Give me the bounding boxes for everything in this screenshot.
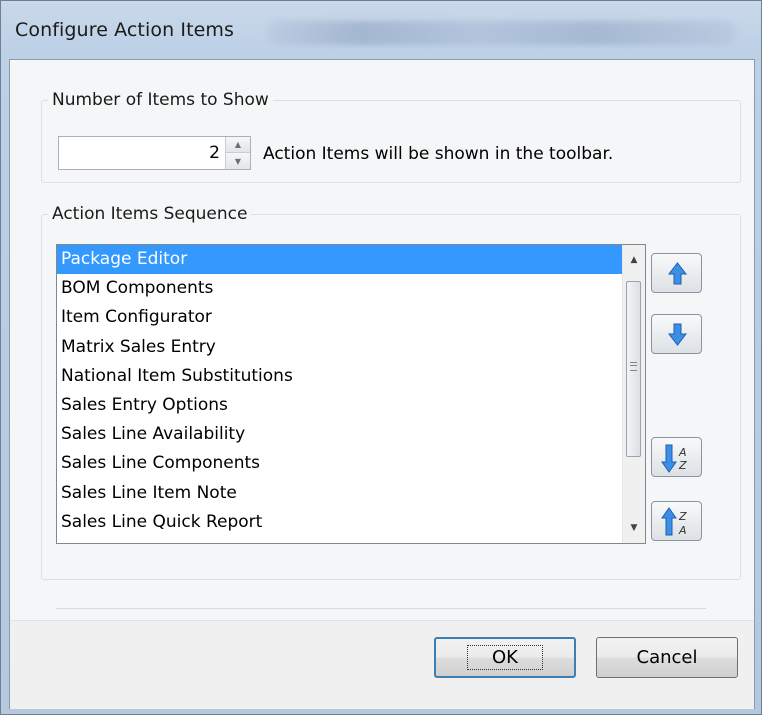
list-item[interactable]: National Item Substitutions bbox=[57, 362, 624, 391]
list-item[interactable]: Sales Line Item Note bbox=[57, 479, 624, 508]
dialog-window: Configure Action Items Number of Items t… bbox=[0, 0, 762, 715]
spin-down-button[interactable]: ▼ bbox=[226, 152, 250, 169]
grip-icon bbox=[630, 362, 637, 371]
item-count-caption: Action Items will be shown in the toolba… bbox=[263, 144, 614, 164]
svg-text:A: A bbox=[678, 524, 687, 537]
move-down-button[interactable] bbox=[651, 314, 702, 354]
scroll-down-icon[interactable]: ▼ bbox=[623, 517, 645, 539]
list-item[interactable]: Sales Entry Options bbox=[57, 391, 624, 420]
sort-ascending-button[interactable]: A Z bbox=[651, 437, 702, 477]
spin-up-icon: ▲ bbox=[234, 140, 242, 149]
list-scrollbar[interactable]: ▲ ▼ bbox=[622, 245, 645, 543]
list-item[interactable]: Item Configurator bbox=[57, 303, 624, 332]
arrow-down-icon bbox=[667, 323, 688, 346]
title-bar[interactable]: Configure Action Items bbox=[1, 1, 761, 61]
spin-down-icon: ▼ bbox=[234, 156, 242, 166]
sort-ascending-icon: A Z bbox=[661, 444, 687, 473]
ok-button-label: OK bbox=[467, 645, 543, 670]
svg-text:Z: Z bbox=[678, 459, 687, 472]
sort-descending-button[interactable]: Z A bbox=[651, 501, 702, 541]
spinner-buttons: ▲ ▼ bbox=[225, 137, 250, 169]
item-count-spinner[interactable]: 2 ▲ ▼ bbox=[58, 136, 251, 170]
separator bbox=[56, 608, 706, 609]
list-item[interactable]: Matrix Sales Entry bbox=[57, 333, 624, 362]
spin-up-button[interactable]: ▲ bbox=[226, 137, 250, 152]
cancel-button[interactable]: Cancel bbox=[596, 637, 738, 678]
action-items-list: Package Editor BOM Components Item Confi… bbox=[57, 245, 624, 537]
list-item[interactable]: Package Editor bbox=[57, 245, 624, 275]
list-item[interactable]: Sales Line Components bbox=[57, 449, 624, 478]
action-items-listbox[interactable]: Package Editor BOM Components Item Confi… bbox=[56, 244, 646, 544]
ok-button[interactable]: OK bbox=[434, 637, 576, 678]
svg-text:Z: Z bbox=[678, 510, 687, 523]
sort-descending-icon: Z A bbox=[661, 507, 687, 537]
arrow-up-icon bbox=[667, 262, 688, 285]
svg-text:A: A bbox=[678, 446, 687, 459]
list-item[interactable]: Sales Line Availability bbox=[57, 420, 624, 449]
scroll-up-icon[interactable]: ▲ bbox=[623, 249, 645, 271]
item-count-value[interactable]: 2 bbox=[209, 143, 220, 163]
list-item[interactable]: BOM Components bbox=[57, 274, 624, 303]
blurred-title-background bbox=[266, 21, 736, 45]
scroll-thumb[interactable] bbox=[626, 281, 641, 457]
move-up-button[interactable] bbox=[651, 253, 702, 293]
window-title: Configure Action Items bbox=[15, 19, 235, 41]
list-item[interactable]: Sales Line Quick Report bbox=[57, 508, 624, 537]
action-items-sequence-legend: Action Items Sequence bbox=[52, 204, 248, 224]
dialog-client-area: Number of Items to Show 2 ▲ ▼ Action Ite… bbox=[9, 59, 755, 709]
number-of-items-legend: Number of Items to Show bbox=[52, 90, 269, 110]
